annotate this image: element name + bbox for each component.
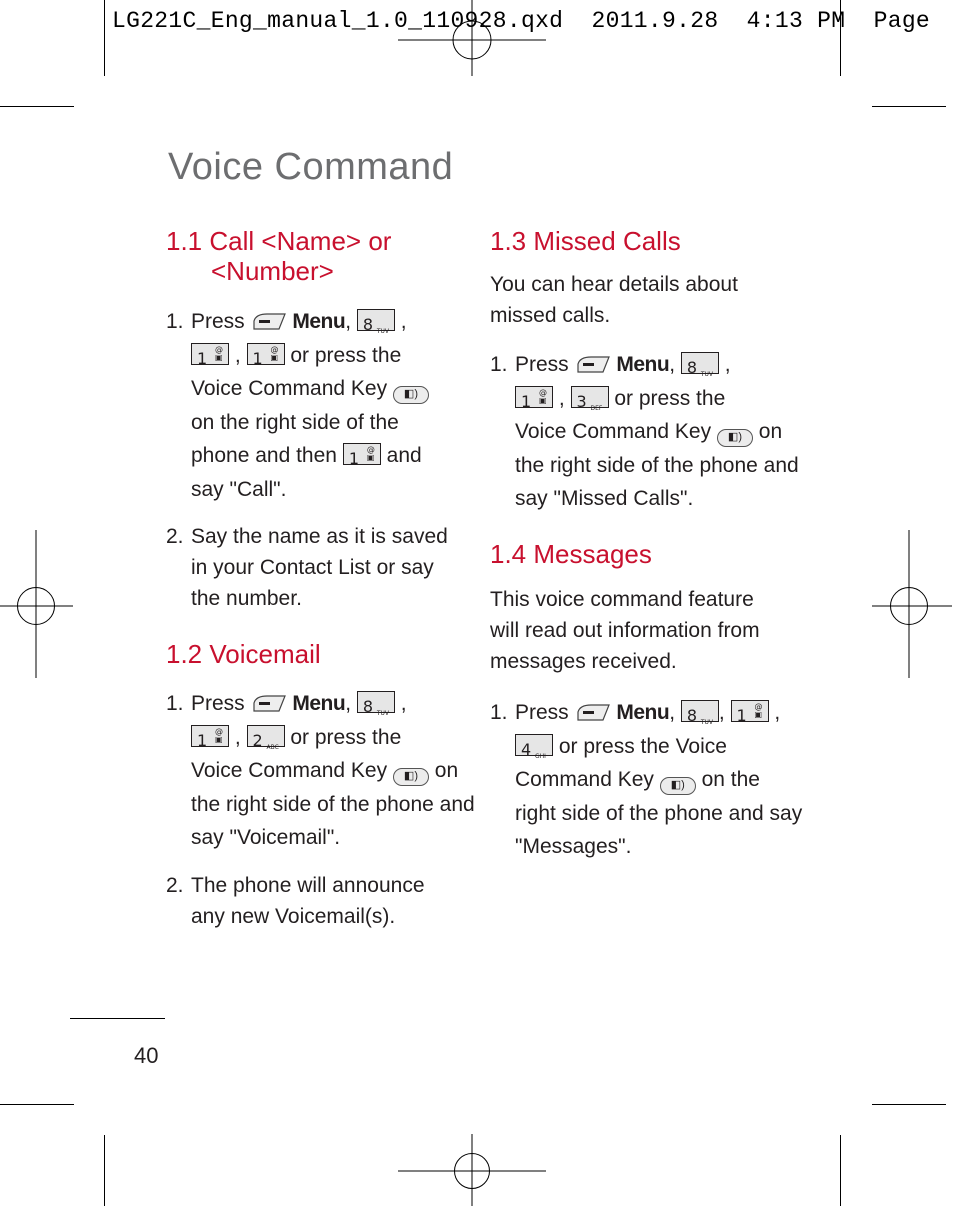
step-number: 1. bbox=[166, 310, 184, 333]
step-voicemail-2: 2. The phone will announce any new Voice… bbox=[166, 874, 425, 928]
registration-mark-bottom bbox=[398, 1134, 546, 1206]
menu-label: Menu bbox=[292, 310, 346, 333]
crop-mark bbox=[0, 106, 74, 107]
slug-date: 2011.9.28 bbox=[591, 8, 719, 34]
left-soft-key-icon bbox=[576, 356, 610, 373]
key-8-tuv-icon: 8 TUV bbox=[356, 691, 395, 717]
key-1-voicemail-icon: 1 @ ▣ bbox=[730, 700, 769, 725]
registration-mark-left bbox=[0, 530, 73, 678]
voice-command-key-icon: ◧) bbox=[716, 429, 753, 447]
page-title: Voice Command bbox=[168, 146, 454, 188]
registration-mark-top bbox=[398, 0, 546, 76]
section-heading-messages: 1.4 Messages bbox=[490, 539, 652, 569]
slug-page-word: Page bbox=[873, 8, 931, 34]
crop-mark bbox=[840, 0, 841, 76]
registration-mark-right bbox=[872, 530, 952, 678]
key-1-voicemail-icon: 1 @ ▣ bbox=[191, 724, 229, 750]
heading-line: 1.1 Call <Name> or bbox=[166, 226, 392, 256]
crop-mark bbox=[840, 1135, 841, 1206]
crop-mark bbox=[872, 1104, 946, 1105]
missed-calls-intro: You can hear details about missed calls. bbox=[490, 273, 738, 327]
key-3-def-icon: 3 DEF bbox=[570, 385, 609, 412]
key-1-voicemail-icon: 1 @ ▣ bbox=[191, 342, 229, 368]
key-2-abc-icon: 2 ABC bbox=[246, 724, 285, 751]
left-soft-key-icon bbox=[576, 704, 610, 721]
key-8-tuv-icon: 8 TUV bbox=[356, 309, 395, 335]
step-call-1: 1. Press Menu, 8 TUV , 1 @ ▣ , 1 @ ▣ or press… bbox=[166, 305, 466, 506]
messages-intro: This voice command feature will read out… bbox=[490, 588, 760, 673]
crop-mark bbox=[104, 1135, 105, 1206]
left-soft-key-icon bbox=[252, 695, 286, 712]
step-missed-calls-1: 1. Press Menu, 8 TUV , 1 @ ▣ , 3 DEF or pres… bbox=[490, 352, 799, 510]
crop-mark bbox=[104, 0, 105, 76]
slug-time: 4:13 bbox=[746, 8, 804, 34]
key-1-voicemail-icon: 1 @ ▣ bbox=[342, 443, 381, 468]
key-8-tuv-icon: 8 TUV bbox=[680, 700, 719, 726]
key-1-voicemail-icon: 1 @ ▣ bbox=[515, 385, 553, 411]
step-voicemail-1: 1. Press Menu, 8 TUV , 1 @ ▣ , 2 ABC or pres… bbox=[166, 691, 475, 849]
footer-rule bbox=[70, 1018, 165, 1019]
crop-mark bbox=[0, 1104, 74, 1105]
left-soft-key-icon bbox=[252, 313, 286, 330]
page-number: 40 bbox=[134, 1043, 159, 1068]
step-messages-1: 1. Press Menu, 8 TUV, 1 @ ▣ , 4 GHI or press… bbox=[490, 700, 803, 858]
section-heading-missed-calls: 1.3 Missed Calls bbox=[490, 226, 681, 256]
slug-ampm: PM bbox=[817, 8, 846, 34]
voice-command-key-icon: ◧) bbox=[659, 777, 696, 795]
key-1-voicemail-icon: 1 @ ▣ bbox=[246, 342, 285, 368]
key-4-ghi-icon: 4 GHI bbox=[515, 733, 553, 760]
key-8-tuv-icon: 8 TUV bbox=[680, 352, 719, 378]
voice-command-key-icon: ◧) bbox=[392, 768, 429, 786]
crop-mark bbox=[872, 106, 946, 107]
step-call-2: 2. Say the name as it is saved in your C… bbox=[166, 525, 448, 610]
section-heading-call: 1.1 Call <Name> or <Number> bbox=[166, 226, 391, 286]
voice-command-key-icon: ◧) bbox=[392, 386, 429, 404]
section-heading-voicemail: 1.2 Voicemail bbox=[166, 639, 321, 669]
heading-line: <Number> bbox=[211, 256, 334, 286]
press-label: Press bbox=[191, 310, 245, 333]
